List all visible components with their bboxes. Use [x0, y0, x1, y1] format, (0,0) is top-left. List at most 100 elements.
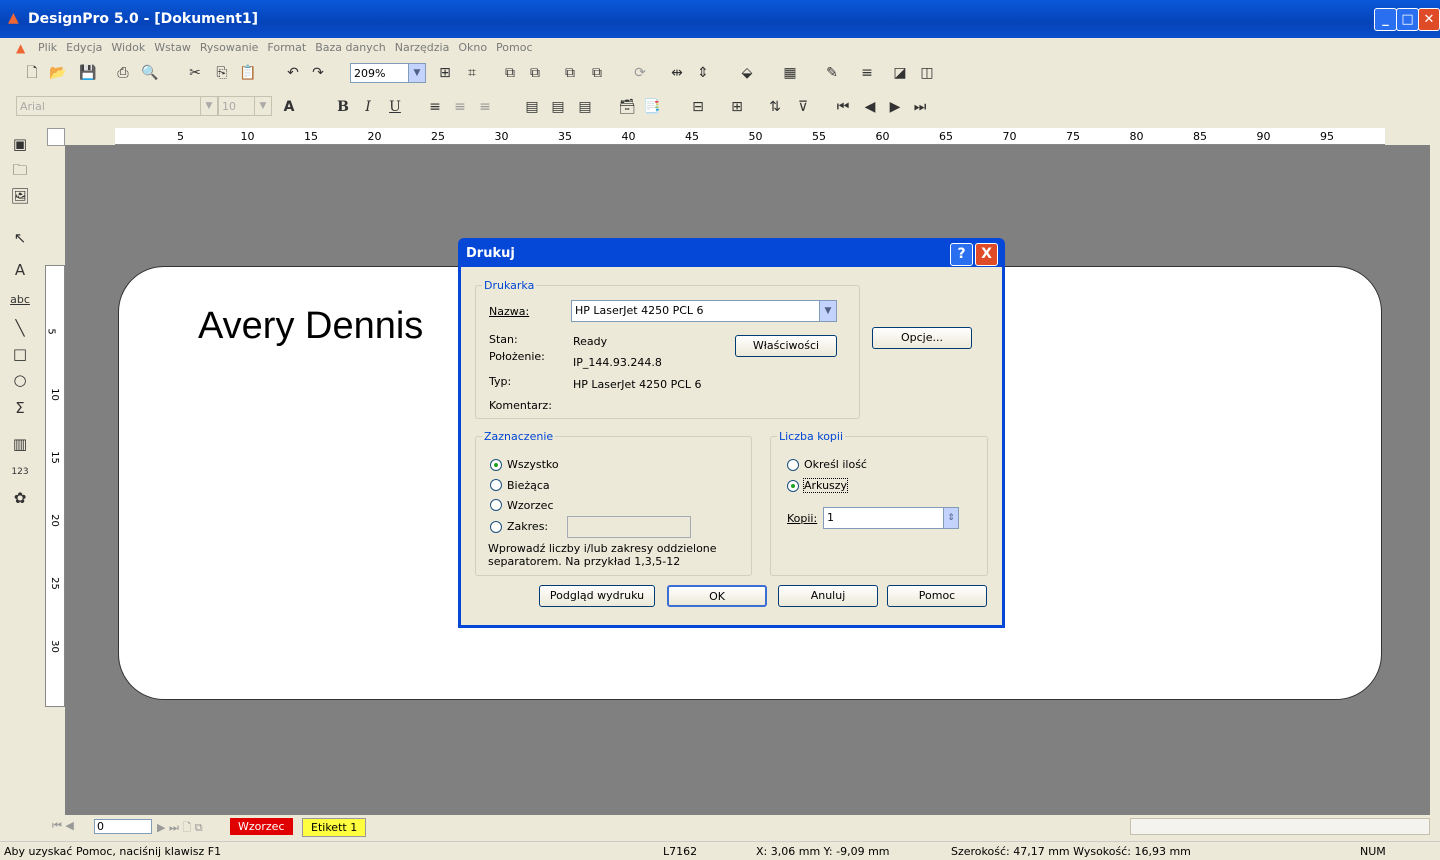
font-select[interactable]: Arial ▼ [16, 96, 218, 116]
menu-narzedzia[interactable]: Narzędzia [395, 38, 450, 58]
copy-icon[interactable]: ⎘ [212, 63, 232, 83]
radio-range[interactable] [490, 521, 502, 533]
redo-icon[interactable]: ↷ [308, 63, 328, 83]
next-record-icon[interactable]: ▶ [885, 97, 905, 117]
radio-sheets[interactable] [787, 480, 799, 492]
picture-icon[interactable]: 🖼 [10, 186, 30, 206]
sort-icon[interactable]: ⇅ [765, 97, 785, 117]
table-icon[interactable]: ⊞ [727, 97, 747, 117]
database-icon[interactable]: 🗃 [617, 97, 637, 117]
crop-icon[interactable]: ⌗ [462, 63, 482, 83]
sheets-label[interactable]: Arkuszy [802, 478, 849, 493]
text-icon[interactable]: abc [10, 290, 30, 310]
merge-icon[interactable]: 📑 [642, 97, 662, 117]
ellipse-icon[interactable]: ○ [10, 370, 30, 390]
next-page-icon[interactable]: ▶ ⏭ 🗋 ⧉ [157, 819, 203, 838]
tab-etikett-1[interactable]: Etikett 1 [302, 818, 367, 837]
all-label[interactable]: Wszystko [507, 458, 559, 471]
align-left-icon[interactable]: ≡ [425, 97, 445, 117]
filter-icon[interactable]: ⊽ [793, 97, 813, 117]
border-icon[interactable]: ◫ [917, 63, 937, 83]
radio-specify[interactable] [787, 459, 799, 471]
valign-bottom-icon[interactable]: ▤ [575, 97, 595, 117]
last-record-icon[interactable]: ⏭ [910, 97, 930, 117]
effects-icon[interactable]: ✿ [10, 488, 30, 508]
new-icon[interactable]: 🗋 [22, 63, 42, 83]
menu-wstaw[interactable]: Wstaw [154, 38, 191, 58]
text-box-icon[interactable]: A [10, 260, 30, 280]
print-preview-icon[interactable]: 🔍 [140, 63, 160, 83]
size-select[interactable]: 10 ▼ [218, 96, 272, 116]
flip-h-icon[interactable]: ⇹ [667, 63, 687, 83]
layout-icon[interactable]: ▣ [10, 134, 30, 154]
pointer-icon[interactable]: ↖ [10, 228, 30, 248]
front-icon[interactable]: ⧉ [560, 63, 580, 83]
ok-button[interactable]: OK [667, 585, 767, 607]
polygon-icon[interactable]: Σ [10, 398, 30, 418]
specify-label[interactable]: Określ ilość [804, 458, 867, 471]
prev-record-icon[interactable]: ◀ [860, 97, 880, 117]
range-input[interactable] [567, 516, 691, 538]
menu-widok[interactable]: Widok [111, 38, 145, 58]
shadow-icon[interactable]: ◪ [890, 63, 910, 83]
barcode-icon[interactable]: ▥ [10, 434, 30, 454]
horizontal-scrollbar[interactable] [1130, 818, 1430, 835]
save-icon[interactable]: 💾 [78, 63, 98, 83]
radio-template[interactable] [490, 499, 502, 511]
menu-plik[interactable]: Plik [38, 38, 57, 58]
ungroup-icon[interactable]: ⧉ [525, 63, 545, 83]
bold-button[interactable]: B [333, 97, 353, 117]
options-button[interactable]: Opcje... [872, 327, 972, 349]
menu-rysowanie[interactable]: Rysowanie [200, 38, 259, 58]
page-number-field[interactable]: 0 [94, 819, 152, 834]
radio-all[interactable] [490, 459, 502, 471]
minimize-button[interactable]: _ [1374, 8, 1397, 31]
underline-button[interactable]: U [385, 97, 405, 117]
line-icon[interactable]: ╲ [10, 318, 30, 338]
pen-icon[interactable]: ✎ [822, 63, 842, 83]
menu-pomoc[interactable]: Pomoc [496, 38, 532, 58]
align-center-icon[interactable]: ≡ [450, 97, 470, 117]
menu-format[interactable]: Format [267, 38, 306, 58]
range-label[interactable]: Zakres: [507, 520, 548, 533]
printer-select[interactable]: HP LaserJet 4250 PCL 6 ▼ [571, 300, 837, 322]
valign-middle-icon[interactable]: ▤ [548, 97, 568, 117]
group-icon[interactable]: ⧉ [500, 63, 520, 83]
undo-icon[interactable]: ↶ [283, 63, 303, 83]
cut-icon[interactable]: ✂ [185, 63, 205, 83]
menu-edycja[interactable]: Edycja [66, 38, 102, 58]
help-icon[interactable]: ? [950, 243, 973, 266]
first-record-icon[interactable]: ⏮ [833, 97, 853, 117]
current-label[interactable]: Bieżąca [507, 479, 550, 492]
template-icon[interactable]: 🗀 [10, 160, 30, 180]
template-label[interactable]: Wzorzec [507, 499, 554, 512]
maximize-button[interactable]: □ [1396, 8, 1419, 31]
pattern-icon[interactable]: ▦ [780, 63, 800, 83]
font-color-icon[interactable]: A [279, 97, 299, 117]
copies-spinner[interactable]: 1 ⇕ [823, 507, 959, 529]
close-button[interactable]: ✕ [1418, 8, 1440, 31]
properties-button[interactable]: Właściwości [735, 335, 837, 357]
menu-baza-danych[interactable]: Baza danych [315, 38, 386, 58]
menu-okno[interactable]: Okno [458, 38, 487, 58]
italic-button[interactable]: I [358, 97, 378, 117]
align-right-icon[interactable]: ≡ [475, 97, 495, 117]
label-text[interactable]: Avery Dennis [198, 305, 423, 348]
close-icon[interactable]: X [975, 243, 998, 266]
tab-wzorzec[interactable]: Wzorzec [230, 818, 293, 835]
field-icon[interactable]: ⊟ [688, 97, 708, 117]
flip-v-icon[interactable]: ⇕ [693, 63, 713, 83]
align-icon[interactable]: ⊞ [435, 63, 455, 83]
spinner-arrows-icon[interactable]: ⇕ [943, 508, 958, 528]
zoom-select[interactable]: 209% ▼ [350, 63, 426, 83]
fill-icon[interactable]: ⬙ [737, 63, 757, 83]
print-icon[interactable]: ⎙ [113, 63, 133, 83]
valign-top-icon[interactable]: ▤ [522, 97, 542, 117]
first-page-icon[interactable]: ⏮ ◀ [52, 819, 74, 833]
rectangle-icon[interactable]: □ [10, 344, 30, 364]
cancel-button[interactable]: Anuluj [778, 585, 878, 607]
numbering-icon[interactable]: 123 [10, 462, 30, 482]
back-icon[interactable]: ⧉ [587, 63, 607, 83]
open-icon[interactable]: 📂 [48, 63, 68, 83]
radio-current[interactable] [490, 479, 502, 491]
